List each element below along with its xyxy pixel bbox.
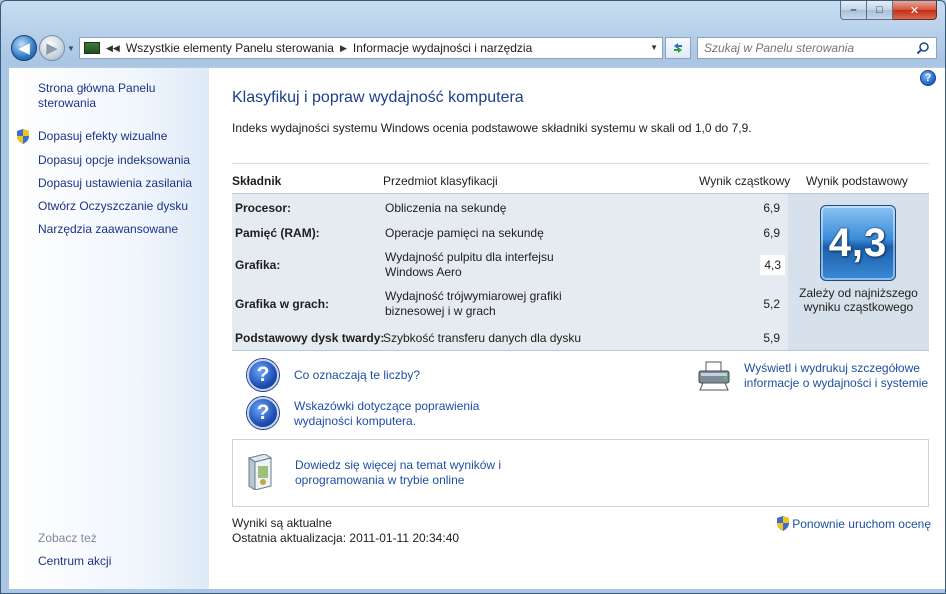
address-dropdown-chevron-down-icon[interactable]: ▼ <box>650 43 658 52</box>
row-component: Pamięć (RAM): <box>235 226 320 240</box>
rerun-assessment-button[interactable]: Ponownie uruchom ocenę <box>776 516 931 531</box>
base-score-caption: Zależy od najniższego wyniku cząstkowego <box>799 286 918 314</box>
base-score-value: 4,3 <box>828 220 888 265</box>
learn-more-box: Dowiedz się więcej na temat wyników i op… <box>232 439 929 507</box>
sidebar-item-action-center[interactable]: Centrum akcji <box>38 554 111 569</box>
score-table: Składnik Przedmiot klasyfikacji Wynik cz… <box>232 163 929 351</box>
learn-more-online-link[interactable]: Dowiedz się więcej na temat wyników i op… <box>295 458 525 488</box>
view-print-details-link[interactable]: Wyświetl i wydrukuj szczegółowe informac… <box>744 361 939 391</box>
rerun-assessment-label[interactable]: Ponownie uruchom ocenę <box>792 517 931 531</box>
sidebar-item-home[interactable]: Strona główna Panelu sterowania <box>38 81 188 111</box>
question-icon: ? <box>247 359 279 391</box>
header-subscore: Wynik cząstkowy <box>699 174 791 188</box>
row-rating: Wydajność trójwymiarowej grafiki bizneso… <box>385 289 562 318</box>
search-icon[interactable] <box>916 41 930 55</box>
header-component: Składnik <box>232 174 282 188</box>
main-content: ? Klasyfikuj i popraw wydajność komputer… <box>209 67 945 589</box>
row-component: Procesor: <box>235 201 292 215</box>
page-title: Klasyfikuj i popraw wydajność komputera <box>232 89 524 106</box>
sidebar-item-disk-cleanup[interactable]: Otwórz Oczyszczanie dysku <box>38 199 188 214</box>
breadcrumb-separator-icon[interactable]: ▶ <box>340 43 347 54</box>
table-header: Składnik Przedmiot klasyfikacji Wynik cz… <box>232 163 929 194</box>
address-bar[interactable]: ◀◀ Wszystkie elementy Panelu sterowania … <box>79 37 663 59</box>
row-subscore: 6,9 <box>763 226 780 240</box>
search-input[interactable] <box>704 41 914 55</box>
table-body: Procesor: Obliczenia na sekundę 6,9 Pami… <box>232 194 788 351</box>
row-rating: Obliczenia na sekundę <box>385 201 507 215</box>
sidebar-item-indexing[interactable]: Dopasuj opcje indeksowania <box>38 153 190 168</box>
row-component: Grafika w grach: <box>235 297 330 311</box>
sidebar-item-advanced-tools[interactable]: Narzędzia zaawansowane <box>38 222 178 237</box>
refresh-button[interactable] <box>665 37 691 59</box>
recent-pages-chevron-down-icon[interactable]: ▼ <box>67 44 75 53</box>
row-rating: Wydajność pulpitu dla interfejsu Windows… <box>385 250 554 279</box>
row-rating: Szybkość transferu danych dla dysku <box>383 331 582 345</box>
navigation-bar: ◀ ▶ ▼ ◀◀ Wszystkie elementy Panelu stero… <box>1 31 945 65</box>
row-subscore: 6,9 <box>763 201 780 215</box>
header-base-score: Wynik podstawowy <box>806 174 908 188</box>
back-button[interactable]: ◀ <box>11 35 37 61</box>
status-area: Wyniki są aktualne Ostatnia aktualizacja… <box>232 516 459 546</box>
breadcrumb-all-items[interactable]: Wszystkie elementy Panelu sterowania <box>126 41 334 55</box>
base-score-badge: 4,3 <box>820 205 896 281</box>
performance-tips-link[interactable]: Wskazówki dotyczące poprawienia wydajnoś… <box>294 399 494 429</box>
close-button[interactable]: ✕ <box>893 1 937 20</box>
row-subscore-lowest: 4,3 <box>760 255 785 275</box>
status-last-update: Ostatnia aktualizacja: 2011-01-11 20:34:… <box>232 531 460 545</box>
row-component: Podstawowy dysk twardy: <box>235 331 385 345</box>
row-subscore: 5,9 <box>763 331 780 345</box>
row-rating: Operacje pamięci na sekundę <box>385 226 544 240</box>
refresh-icon <box>674 43 682 53</box>
question-icon: ? <box>247 397 279 429</box>
maximize-button[interactable]: □ <box>867 1 893 20</box>
what-numbers-mean-link[interactable]: Co oznaczają te liczby? <box>294 368 420 383</box>
forward-button[interactable]: ▶ <box>39 35 65 61</box>
software-box-icon <box>247 454 273 490</box>
row-component: Grafika: <box>235 258 281 272</box>
help-icon[interactable]: ? <box>920 70 936 86</box>
window: – □ ✕ ◀ ▶ ▼ ◀◀ Wszystkie elementy Panelu… <box>0 0 946 594</box>
search-box[interactable] <box>697 37 937 59</box>
intro-text: Indeks wydajności systemu Windows ocenia… <box>232 121 752 135</box>
minimize-button[interactable]: – <box>840 1 867 20</box>
sidebar: Strona główna Panelu sterowania Dopasuj … <box>9 67 209 589</box>
row-subscore: 5,2 <box>763 297 780 311</box>
sidebar-item-power[interactable]: Dopasuj ustawienia zasilania <box>38 176 192 191</box>
control-panel-icon <box>84 42 100 54</box>
shield-icon <box>17 129 29 144</box>
caption-buttons: – □ ✕ <box>840 1 937 21</box>
breadcrumb-performance[interactable]: Informacje wydajności i narzędzia <box>353 41 532 55</box>
see-also-heading: Zobacz też <box>38 531 97 545</box>
printer-icon <box>698 361 730 391</box>
sidebar-item-visual-effects[interactable]: Dopasuj efekty wizualne <box>38 129 167 144</box>
header-rating: Przedmiot klasyfikacji <box>383 174 498 188</box>
address-prefix-icon[interactable]: ◀◀ <box>106 43 120 54</box>
base-score-panel: 4,3 Zależy od najniższego wyniku cząstko… <box>788 194 929 351</box>
status-current: Wyniki są aktualne <box>232 516 332 530</box>
shield-icon <box>777 516 790 531</box>
